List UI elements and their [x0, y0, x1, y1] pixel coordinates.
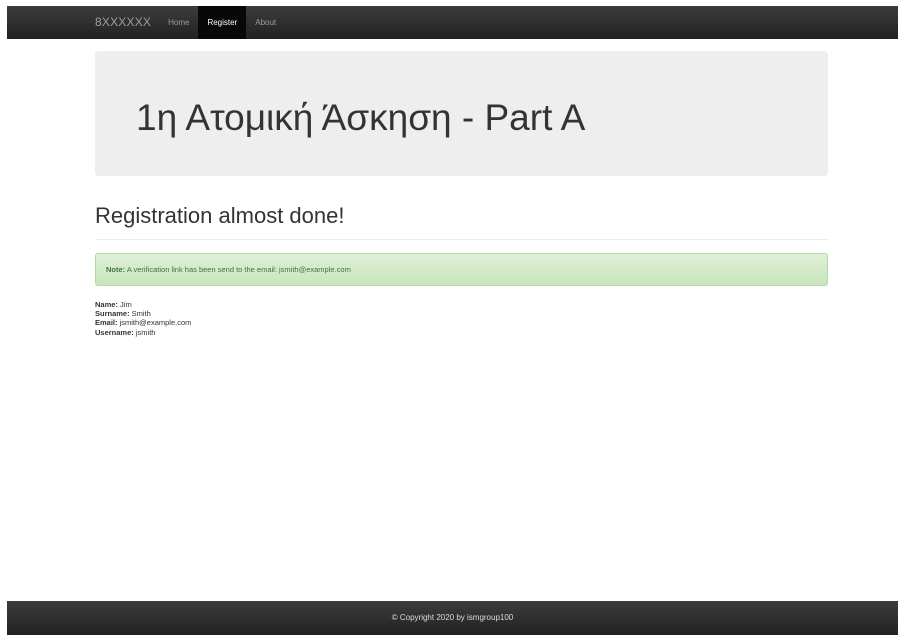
alert-label: Note:	[106, 265, 126, 274]
detail-row-email: Email: jsmith@example.com	[95, 318, 191, 327]
jumbotron: 1η Ατομική Άσκηση - Part A	[95, 51, 828, 176]
nav-link-about[interactable]: About	[246, 6, 285, 39]
detail-label: Email:	[95, 318, 118, 328]
alert-message: A verification link has been send to the…	[125, 265, 351, 274]
detail-value: jsmith	[133, 327, 156, 337]
nav-link-register[interactable]: Register	[198, 6, 247, 39]
detail-row-surname: Surname: Smith	[95, 309, 191, 318]
detail-row-username: Username: jsmith	[95, 328, 191, 337]
page-title: Registration almost done!	[95, 203, 345, 228]
page-header: Registration almost done!	[95, 200, 828, 240]
top-navbar: 8XXXXXX Home Register About	[7, 6, 898, 39]
navbar-brand[interactable]: 8XXXXXX	[95, 6, 159, 39]
detail-label: Username:	[95, 327, 134, 337]
navbar-items: 8XXXXXX Home Register About	[95, 6, 285, 39]
detail-value: Jim	[117, 300, 132, 309]
detail-label: Name:	[95, 300, 118, 309]
page-footer: © Copyright 2020 by ismgroup100	[7, 601, 898, 635]
detail-row-name: Name: Jim	[95, 300, 191, 309]
footer-copyright: © Copyright 2020 by ismgroup100	[391, 613, 514, 622]
detail-label: Surname:	[95, 309, 130, 319]
success-alert: Note: A verification link has been send …	[95, 253, 828, 286]
jumbotron-title: 1η Ατομική Άσκηση - Part A	[136, 97, 586, 138]
registration-details: Name: Jim Surname: Smith Email: jsmith@e…	[95, 300, 191, 337]
detail-value: Smith	[129, 309, 151, 319]
nav-link-home[interactable]: Home	[159, 6, 198, 39]
detail-value: jsmith@example.com	[117, 318, 192, 328]
